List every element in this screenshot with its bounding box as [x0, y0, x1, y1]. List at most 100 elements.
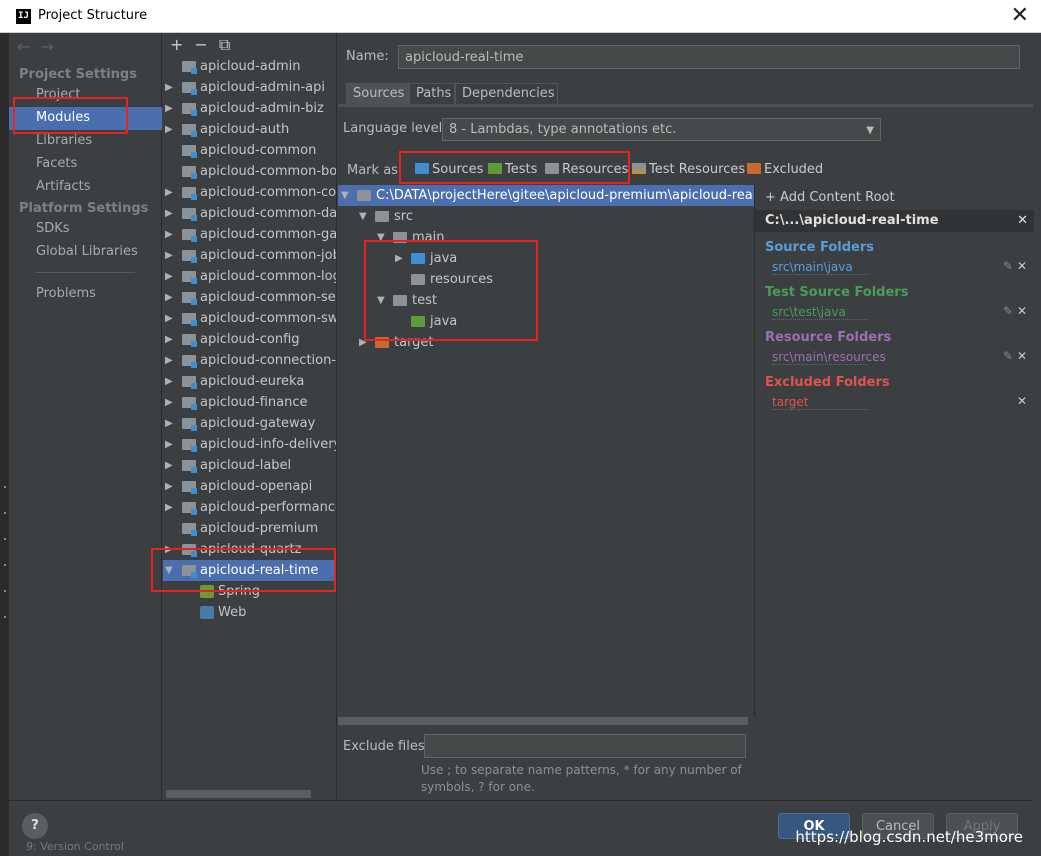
- tab-underline: [338, 104, 1033, 107]
- folder-category-title: Test Source Folders: [765, 285, 909, 300]
- collapse-arrow-icon[interactable]: ▶: [165, 329, 173, 350]
- module-row[interactable]: ▶ apicloud-openapi: [163, 476, 336, 497]
- add-module-icon[interactable]: +: [170, 35, 183, 54]
- copy-module-icon[interactable]: ⧉: [219, 35, 230, 55]
- module-row[interactable]: apicloud-common-bom: [163, 161, 336, 182]
- module-name: apicloud-gateway: [200, 416, 316, 431]
- nav-item-sdks[interactable]: SDKs: [9, 218, 162, 241]
- module-row[interactable]: ▶ apicloud-common-data: [163, 203, 336, 224]
- module-row[interactable]: apicloud-common: [163, 140, 336, 161]
- remove-content-root-icon[interactable]: ✕: [1017, 210, 1028, 232]
- module-row[interactable]: ▶ apicloud-info-delivery: [163, 434, 336, 455]
- module-name: apicloud-config: [200, 332, 300, 347]
- collapse-arrow-icon[interactable]: ▶: [165, 182, 173, 203]
- module-row[interactable]: ▶ apicloud-common-core: [163, 182, 336, 203]
- module-row[interactable]: ▶ apicloud-gateway: [163, 413, 336, 434]
- module-row[interactable]: ▶ apicloud-admin-biz: [163, 98, 336, 119]
- annotation-box-mark-as: [399, 151, 630, 184]
- module-row[interactable]: ▶ apicloud-common-log: [163, 266, 336, 287]
- collapse-arrow-icon[interactable]: ▶: [165, 371, 173, 392]
- module-row[interactable]: ▶ apicloud-eureka: [163, 371, 336, 392]
- module-row[interactable]: ▶ apicloud-label: [163, 455, 336, 476]
- forward-arrow-icon[interactable]: →: [40, 37, 63, 56]
- module-row[interactable]: ▶ apicloud-common-gate: [163, 224, 336, 245]
- mark-as-test-resources-button[interactable]: Test Resources: [632, 159, 745, 181]
- module-row[interactable]: ▶ apicloud-common-secu: [163, 287, 336, 308]
- content-tree-node[interactable]: ▼ C:\DATA\projectHere\gitee\apicloud-prem…: [338, 185, 790, 206]
- help-button[interactable]: ?: [22, 813, 48, 839]
- close-window-icon[interactable]: ✕: [1011, 3, 1029, 29]
- collapse-arrow-icon[interactable]: ▶: [165, 287, 173, 308]
- collapse-arrow-icon[interactable]: ▶: [165, 476, 173, 497]
- remove-folder-icon[interactable]: ✕: [1017, 304, 1027, 318]
- collapse-arrow-icon[interactable]: ▶: [165, 203, 173, 224]
- collapse-arrow-icon[interactable]: ▶: [165, 224, 173, 245]
- language-level-select[interactable]: 8 - Lambdas, type annotations etc. ▼: [442, 118, 881, 141]
- module-name-input[interactable]: [398, 45, 1020, 69]
- tree-toggle-icon[interactable]: ▼: [359, 206, 367, 227]
- collapse-arrow-icon[interactable]: ▶: [165, 308, 173, 329]
- module-row[interactable]: ▶ apicloud-common-swag: [163, 308, 336, 329]
- module-name: apicloud-premium: [200, 521, 319, 536]
- module-folder-icon: [182, 439, 197, 452]
- mark-as-excluded-button[interactable]: Excluded: [747, 159, 823, 181]
- edit-icon[interactable]: ✎: [1003, 259, 1013, 273]
- module-row[interactable]: ▶ apicloud-finance: [163, 392, 336, 413]
- module-folder-icon: [182, 61, 197, 74]
- nav-item-problems[interactable]: Problems: [9, 283, 162, 306]
- mark-as-label: Mark as:: [347, 163, 403, 178]
- tab-dependencies[interactable]: Dependencies: [455, 83, 558, 104]
- module-folder-icon: [182, 481, 197, 494]
- collapse-arrow-icon[interactable]: ▶: [165, 455, 173, 476]
- module-row[interactable]: ▶ apicloud-admin-api: [163, 77, 336, 98]
- module-row[interactable]: ▶ apicloud-performance: [163, 497, 336, 518]
- folder-category-title: Resource Folders: [765, 330, 892, 345]
- modules-horizontal-scrollbar[interactable]: [166, 790, 311, 798]
- module-row[interactable]: ▶ apicloud-auth: [163, 119, 336, 140]
- module-row[interactable]: apicloud-admin: [163, 56, 336, 77]
- collapse-arrow-icon[interactable]: ▶: [165, 497, 173, 518]
- collapse-arrow-icon[interactable]: ▶: [165, 245, 173, 266]
- module-folder-icon: [182, 460, 197, 473]
- edit-icon[interactable]: ✎: [1003, 304, 1013, 318]
- module-row[interactable]: ▶ apicloud-connection-re: [163, 350, 336, 371]
- module-row[interactable]: ▶ apicloud-common-job: [163, 245, 337, 266]
- collapse-arrow-icon[interactable]: ▶: [165, 434, 173, 455]
- remove-module-icon[interactable]: −: [194, 35, 207, 54]
- annotation-box-selected-module: [151, 548, 336, 592]
- edit-icon[interactable]: ✎: [1003, 349, 1013, 363]
- tab-paths[interactable]: Paths: [409, 83, 455, 104]
- content-tree-node[interactable]: ▼ src: [338, 206, 754, 227]
- module-folder-icon: [182, 523, 197, 536]
- exclude-files-input[interactable]: [424, 734, 746, 758]
- remove-folder-icon[interactable]: ✕: [1017, 394, 1027, 408]
- collapse-arrow-icon[interactable]: ▶: [165, 266, 173, 287]
- collapse-arrow-icon[interactable]: ▶: [165, 119, 173, 140]
- language-level-label: Language level:: [343, 121, 447, 136]
- remove-folder-icon[interactable]: ✕: [1017, 349, 1027, 363]
- collapse-arrow-icon[interactable]: ▶: [165, 392, 173, 413]
- module-name: apicloud-admin-api: [200, 80, 325, 95]
- remove-folder-icon[interactable]: ✕: [1017, 259, 1027, 273]
- folder-path: src\test\java: [772, 305, 868, 320]
- module-name: apicloud-common-job: [200, 248, 337, 263]
- collapse-arrow-icon[interactable]: ▶: [165, 98, 173, 119]
- module-row[interactable]: apicloud-premium: [163, 518, 336, 539]
- tab-sources[interactable]: Sources: [346, 83, 409, 104]
- back-arrow-icon[interactable]: ←: [17, 37, 40, 56]
- nav-item-global-libraries[interactable]: Global Libraries: [9, 241, 162, 264]
- facet-row[interactable]: Web: [163, 602, 336, 623]
- tree-toggle-icon[interactable]: ▼: [341, 185, 349, 206]
- collapse-arrow-icon[interactable]: ▶: [165, 413, 173, 434]
- collapse-arrow-icon[interactable]: ▶: [165, 350, 173, 371]
- module-row[interactable]: ▶ apicloud-config: [163, 329, 336, 350]
- language-level-value: 8 - Lambdas, type annotations etc.: [449, 122, 677, 137]
- nav-item-artifacts[interactable]: Artifacts: [9, 176, 162, 199]
- add-content-root-button[interactable]: + Add Content Root: [765, 190, 895, 205]
- tree-horizontal-scrollbar[interactable]: [338, 717, 748, 725]
- folder-path: src\main\java: [772, 260, 868, 275]
- module-folder-icon: [182, 313, 197, 326]
- collapse-arrow-icon[interactable]: ▶: [165, 77, 173, 98]
- annotation-box-source-tree: [364, 240, 538, 341]
- nav-item-facets[interactable]: Facets: [9, 153, 162, 176]
